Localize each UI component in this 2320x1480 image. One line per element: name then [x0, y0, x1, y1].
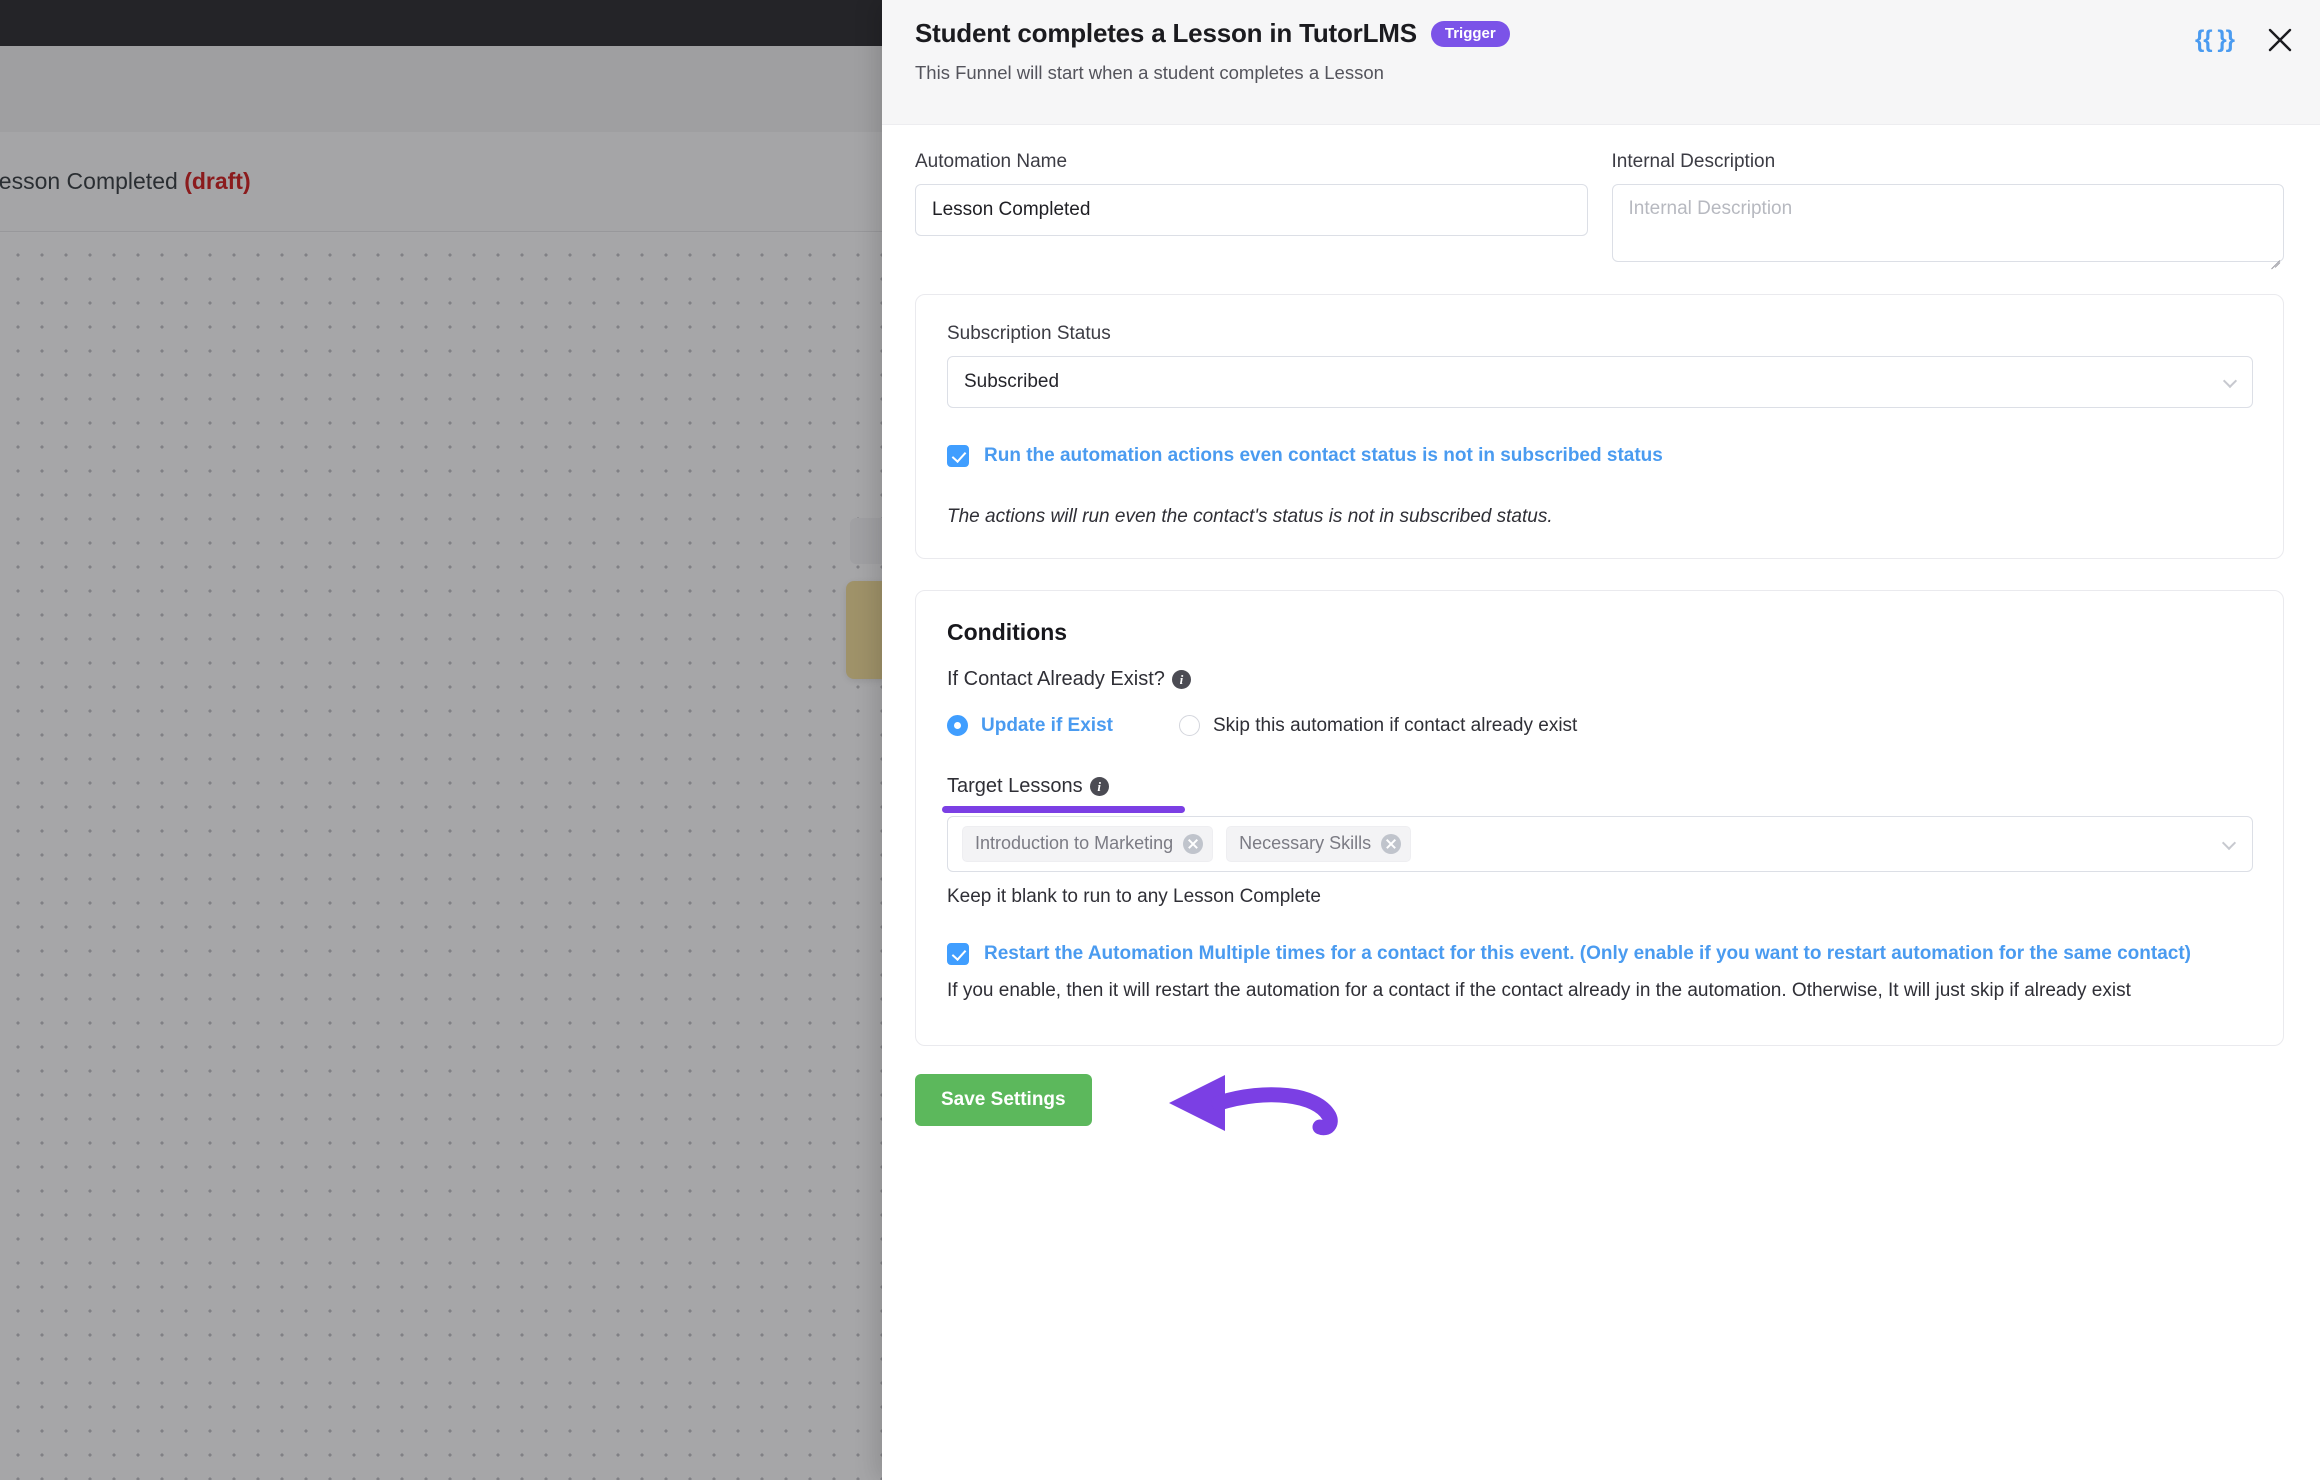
internal-description-label: Internal Description: [1611, 151, 1776, 172]
restart-automation-hint: If you enable, then it will restart the …: [947, 980, 2131, 1002]
radio-update-if-exist-label[interactable]: Update if Exist: [981, 715, 1113, 737]
subscription-hint: The actions will run even the contact's …: [947, 505, 1553, 527]
automation-name-input[interactable]: [915, 184, 1588, 236]
trigger-settings-modal: Student completes a Lesson in TutorLMS T…: [882, 0, 2320, 1480]
automation-name-field: Automation Name: [915, 151, 1588, 267]
modal-header-actions: {{ }}: [2195, 26, 2294, 54]
target-lesson-tag[interactable]: Necessary Skills: [1226, 825, 1412, 862]
target-lessons-label: Target Lessons i: [947, 775, 1109, 798]
info-icon[interactable]: i: [1089, 776, 1109, 796]
chevron-down-icon: [2221, 835, 2237, 850]
subscription-status-card: Subscription Status Subscribed Run the a…: [915, 294, 2284, 559]
radio-skip-if-exist[interactable]: Skip this automation if contact already …: [1178, 715, 1577, 737]
subscription-status-label: Subscription Status: [947, 323, 1111, 344]
modal-title: Student completes a Lesson in TutorLMS: [915, 18, 1417, 48]
radio-update-if-exist-input[interactable]: [947, 715, 968, 737]
contact-exist-radio-group: Update if Exist Skip this automation if …: [947, 715, 2253, 737]
radio-skip-if-exist-input[interactable]: [1178, 715, 1200, 737]
run-even-unsubscribed-row[interactable]: Run the automation actions even contact …: [947, 442, 2253, 470]
contact-exist-label: If Contact Already Exist? i: [947, 668, 2253, 691]
radio-skip-if-exist-label[interactable]: Skip this automation if contact already …: [1213, 715, 1577, 737]
internal-description-field: Internal Description: [1611, 151, 2284, 270]
modal-footer: Save Settings: [882, 1073, 2320, 1135]
target-lessons-hint: Keep it blank to run to any Lesson Compl…: [947, 885, 1321, 907]
tag-remove-icon[interactable]: [1183, 833, 1204, 854]
target-lessons-block: Target Lessons i Introduction to Marketin…: [942, 775, 2253, 908]
modal-subtitle: This Funnel will start when a student co…: [915, 62, 1384, 83]
conditions-card: Conditions If Contact Already Exist? i Up…: [915, 589, 2284, 1046]
arrow-annotation: [1107, 1072, 1352, 1141]
run-even-unsubscribed-checkbox[interactable]: [947, 445, 969, 467]
automation-name-label: Automation Name: [915, 151, 1068, 172]
save-settings-button[interactable]: Save Settings: [915, 1073, 1092, 1126]
internal-description-wrap: [1611, 184, 2284, 270]
restart-automation-checkbox[interactable]: [947, 942, 969, 965]
info-icon[interactable]: i: [1171, 669, 1191, 689]
conditions-title: Conditions: [947, 618, 1068, 645]
smartcode-icon[interactable]: {{ }}: [2195, 26, 2235, 54]
subscription-status-select[interactable]: Subscribed: [947, 356, 2253, 408]
target-lesson-tag-label: Introduction to Marketing: [975, 833, 1174, 854]
tag-remove-icon[interactable]: [1381, 833, 1402, 854]
modal-title-row: Student completes a Lesson in TutorLMS T…: [915, 18, 2284, 49]
purple-highlight-annotation: [942, 805, 1185, 813]
run-even-unsubscribed-label[interactable]: Run the automation actions even contact …: [984, 442, 1663, 470]
close-icon[interactable]: [2266, 26, 2294, 54]
name-description-row: Automation Name Internal Description: [915, 151, 2284, 270]
modal-dim-overlay[interactable]: [0, 0, 882, 1480]
radio-update-if-exist[interactable]: Update if Exist: [947, 715, 1113, 737]
trigger-badge: Trigger: [1430, 20, 1510, 47]
modal-header: Student completes a Lesson in TutorLMS T…: [882, 0, 2320, 125]
target-lesson-tag[interactable]: Introduction to Marketing: [962, 825, 1214, 862]
restart-automation-label[interactable]: Restart the Automation Multiple times fo…: [984, 940, 2191, 968]
subscription-status-select-wrap: Subscribed: [947, 356, 2253, 408]
contact-exist-label-text: If Contact Already Exist?: [947, 667, 1165, 690]
modal-body: Automation Name Internal Description Sub…: [882, 125, 2320, 1046]
target-lessons-label-text: Target Lessons: [947, 774, 1083, 797]
restart-automation-block: Restart the Automation Multiple times fo…: [947, 940, 2253, 1005]
target-lessons-select[interactable]: Introduction to Marketing Necessary Skil…: [947, 815, 2253, 872]
target-lesson-tag-label: Necessary Skills: [1239, 833, 1372, 854]
internal-description-textarea[interactable]: [1611, 184, 2284, 262]
restart-automation-row[interactable]: Restart the Automation Multiple times fo…: [947, 940, 2253, 968]
